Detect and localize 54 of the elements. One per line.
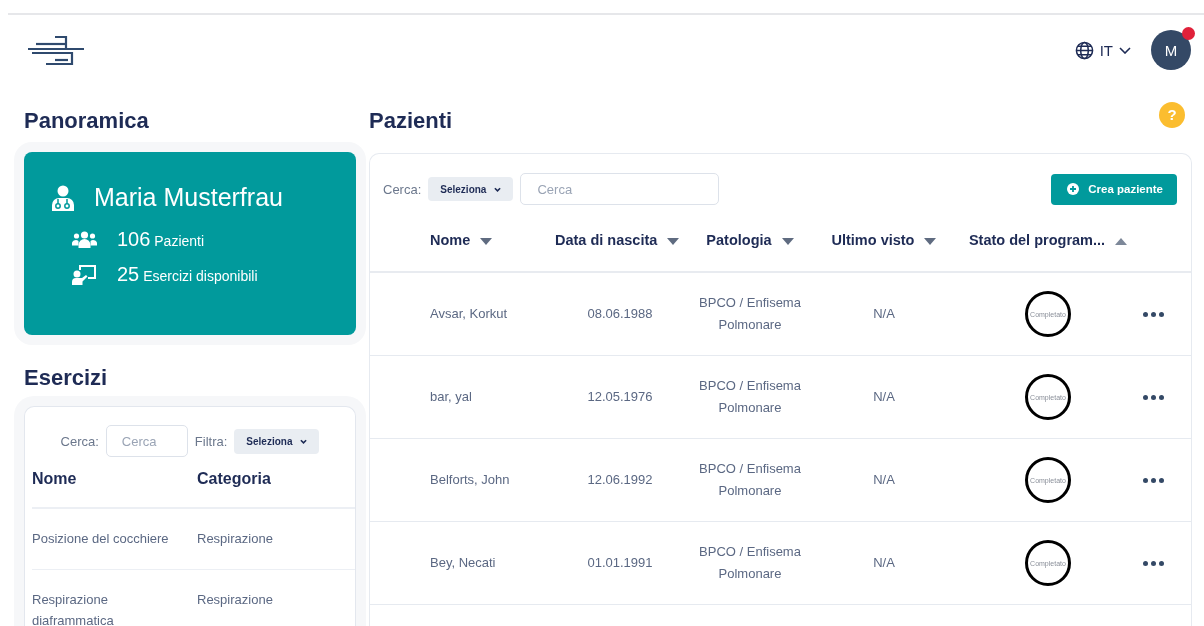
chevron-down-icon xyxy=(494,186,502,192)
more-icon[interactable] xyxy=(1143,560,1164,566)
more-icon[interactable] xyxy=(1143,311,1164,317)
table-cell-text: 01.01.1991 xyxy=(586,554,654,572)
table-cell-text: 12.06.1992 xyxy=(586,471,654,489)
column-header: Categoria xyxy=(197,457,355,509)
chevron-down-icon xyxy=(1119,46,1131,54)
table-cell: Posizione del cocchiere xyxy=(32,509,197,570)
column-header[interactable]: Ultimo visto xyxy=(831,228,937,248)
language-selector[interactable]: IT xyxy=(1074,40,1131,60)
table-cell-text: BPCO / Enfisema Polmonare xyxy=(698,460,802,500)
table-cell-text: 12.05.1976 xyxy=(586,388,654,406)
section-title: Esercizi xyxy=(24,364,109,392)
presenter-icon xyxy=(72,264,97,285)
filter-label: Filtra: xyxy=(194,433,228,449)
table-cell-text: BPCO / Enfisema Polmonare xyxy=(698,294,802,334)
table-cell-text: N/A xyxy=(872,305,896,323)
doctor-icon xyxy=(52,184,74,211)
column-header[interactable]: Nome xyxy=(430,228,493,248)
stat-text: 25 Esercizi disponibili xyxy=(117,263,258,286)
table-cell-text: 08.06.1988 xyxy=(586,305,654,323)
search-field[interactable]: Cerca xyxy=(520,173,720,205)
table-cell-text: N/A xyxy=(872,554,896,572)
section-title: Panoramica xyxy=(24,107,150,135)
column-header[interactable]: Data di nascita xyxy=(555,228,680,248)
stat-text: 106 Pazienti xyxy=(117,228,205,251)
more-icon[interactable] xyxy=(1143,394,1164,400)
table-cell: Respirazione xyxy=(197,570,355,626)
search-field[interactable]: Cerca xyxy=(105,425,188,457)
users-icon xyxy=(72,231,97,248)
table-cell-text: BPCO / Enfisema Polmonare xyxy=(698,543,802,583)
column-header[interactable]: Stato del program... xyxy=(968,228,1128,248)
table-cell-text: N/A xyxy=(872,471,896,489)
table-cell-text: Bey, Necati xyxy=(430,554,497,572)
filter-dropdown[interactable]: Seleziona xyxy=(234,428,320,454)
more-icon[interactable] xyxy=(1143,477,1164,483)
column-header: Nome xyxy=(32,457,197,509)
table-cell-text: Avsar, Korkut xyxy=(430,305,509,323)
table-cell: Respirazione diaframmatica xyxy=(32,570,197,626)
plus-circle-icon xyxy=(1067,183,1080,195)
table-cell-text: BPCO / Enfisema Polmonare xyxy=(698,377,802,417)
table-cell: Respirazione xyxy=(197,509,355,570)
table-cell-text: bar, yal xyxy=(430,388,473,406)
table-cell-text: Belforts, John xyxy=(430,471,511,489)
search-field-dropdown[interactable]: Seleziona xyxy=(428,177,514,201)
search-label: Cerca: xyxy=(383,181,422,197)
section-title: Pazienti xyxy=(369,107,453,134)
chevron-down-icon xyxy=(300,438,308,444)
logo-icon xyxy=(28,34,84,66)
column-header[interactable]: Patologia xyxy=(706,228,794,248)
table-cell-text: N/A xyxy=(872,388,896,406)
search-label: Cerca: xyxy=(60,433,99,449)
doctor-name: Maria Musterfrau xyxy=(94,183,283,212)
globe-icon xyxy=(1074,40,1094,60)
